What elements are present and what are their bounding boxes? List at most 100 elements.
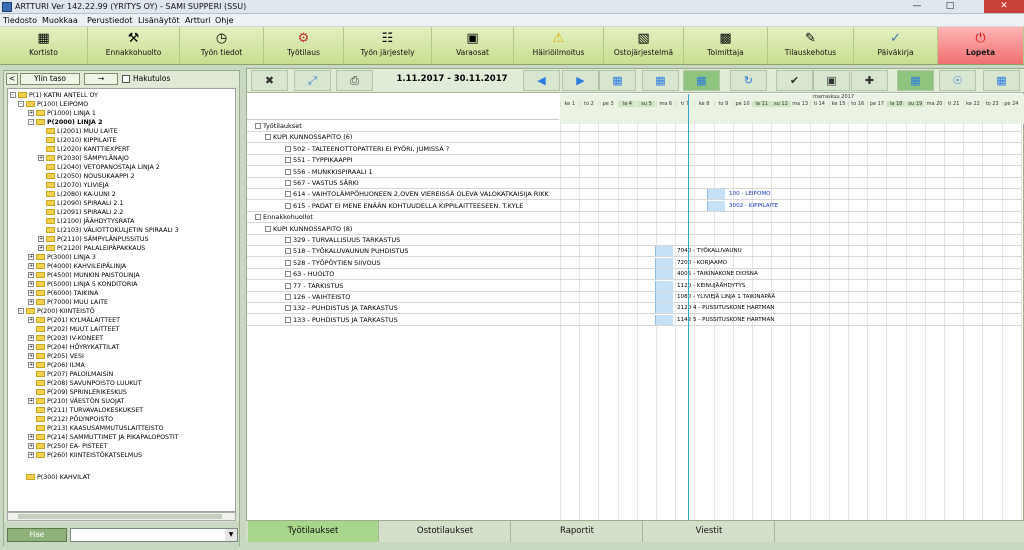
task-row[interactable]: 132 - PUHDISTUS JA TARKASTUS 2120 4 - PUS… [247, 303, 1024, 315]
tree-node[interactable]: L(2010) KIPPILAITE [46, 136, 117, 145]
tree-node[interactable]: P(202) MUUT LAITTEET [36, 325, 119, 334]
checkbox-icon[interactable] [285, 145, 291, 152]
tree-node[interactable]: + P(5000) LINJA 5 KONDITORIA [28, 280, 137, 289]
calendar-icon[interactable]: ▦ [897, 70, 934, 91]
expand-icon[interactable]: + [28, 317, 34, 323]
task-row[interactable]: 63 - HUOLTO 4005 - TAIKINAKONE DIOSNA [247, 269, 1024, 281]
tree-node[interactable]: P(212) PÖLYNPOISTO [36, 415, 113, 424]
close-button[interactable]: ✕ [984, 0, 1024, 13]
expand-icon[interactable]: + [28, 335, 34, 341]
tree-node[interactable]: L(2080) KA-UUNI 2 [46, 190, 116, 199]
tree-node[interactable]: + P(260) KIINTEISTÖKATSELMUS [28, 451, 142, 460]
schedule-bar[interactable] [655, 269, 673, 280]
check-icon[interactable]: ✔ [776, 70, 813, 91]
schedule-bar[interactable] [655, 292, 673, 302]
task-row[interactable]: 133 - PUHDISTUS JA TARKASTUS 1142 5 - PUS… [247, 314, 1024, 326]
task-row[interactable]: 528 - TYÖPÖYTIEN SIIVOUS 7200 - KORJAAMO [247, 257, 1024, 269]
task-row[interactable]: 329 - TURVALLISUUS TARKASTUS [247, 235, 1024, 246]
tree-horizontal-scrollbar[interactable] [7, 512, 236, 521]
clear-icon[interactable]: ✖ [251, 70, 288, 91]
tree-node[interactable]: P(300) KAHVILAT [26, 473, 90, 482]
tree-node[interactable]: L(2100) JÄÄHDYTYSRATA [46, 217, 134, 226]
group-row[interactable]: KUPI KUNNOSSAPITO (6) [247, 132, 1024, 144]
task-row[interactable]: 518 - TYÖKALUVAUNUN PUHDISTUS 7040 - TYÖK… [247, 246, 1024, 258]
tree-node[interactable]: + P(2030) SÄMPYLÄNAJO [38, 154, 129, 163]
lopeta-button[interactable]: ⏻ Lopeta [938, 27, 1024, 64]
menu-artturi[interactable]: Artturi [185, 16, 211, 25]
tree-forward-button[interactable]: → [84, 73, 118, 85]
collapse-icon[interactable]: - [28, 119, 34, 125]
ennakkohuolto-button[interactable]: ⚒ Ennakkohuolto [88, 27, 180, 64]
hae-button[interactable]: Hae [7, 528, 67, 542]
schedule-bar[interactable] [655, 314, 673, 325]
collapse-icon[interactable]: - [10, 92, 16, 98]
expand-icon[interactable]: + [28, 434, 34, 440]
tree-node[interactable]: L(2091) SPIRAALI 2.2 [46, 208, 123, 217]
expand-view-icon[interactable]: ⤢ [294, 70, 331, 91]
collapse-icon[interactable] [255, 214, 261, 221]
tyon-jarjestely-button[interactable]: ☷ Työn järjestely [344, 27, 432, 64]
collapse-icon[interactable]: - [18, 308, 24, 314]
checkbox-icon[interactable] [285, 168, 291, 175]
tree-node[interactable]: L(2040) VETOPANOSTAJA LINJA 2 [46, 163, 160, 172]
tree-node[interactable]: + P(1000) LINJA 1 [28, 109, 96, 118]
menu-ohje[interactable]: Ohje [215, 16, 234, 25]
schedule-bar[interactable] [655, 303, 673, 314]
menu-lisanaytot[interactable]: Lisänäytöt [138, 16, 180, 25]
group-row[interactable]: Ennakkohuollot [247, 212, 1024, 224]
group-row[interactable]: KUPI KUNNOSSAPITO (8) [247, 224, 1024, 235]
task-row[interactable]: 567 - VASTUS SÄRKI [247, 178, 1024, 189]
tree-node[interactable]: L(2001) MUU LAITE [46, 127, 118, 136]
checkbox-icon[interactable] [285, 248, 291, 255]
maximize-button[interactable]: □ [937, 0, 963, 13]
tree-node[interactable]: P(208) SAVUNPOISTO LUUKUT [36, 379, 142, 388]
tree-node[interactable]: + P(4000) KAHVILEIPÄLINJA [28, 262, 126, 271]
tree-node[interactable]: + P(3000) LINJA 3 [28, 253, 96, 262]
expand-icon[interactable]: + [28, 263, 34, 269]
checkbox-icon[interactable] [285, 180, 291, 186]
scrollbar-thumb[interactable] [18, 514, 222, 519]
checkbox-icon[interactable] [285, 202, 291, 209]
globe-icon[interactable]: ☉ [939, 70, 976, 91]
tyotilaus-button[interactable]: ⚙ Työtilaus [264, 27, 344, 64]
expand-icon[interactable]: + [28, 254, 34, 260]
tree-node[interactable]: - P(1) KATRI ANTELL OY [10, 91, 98, 100]
tyon-tiedot-button[interactable]: ◷ Työn tiedot [180, 27, 264, 64]
tree-node[interactable]: - P(200) KIINTEISTÖ [18, 307, 95, 316]
tree-node[interactable]: + P(214) SAMMUTTIMET JA PIKAPALOPOSTIT [28, 433, 179, 442]
menu-muokkaa[interactable]: Muokkaa [42, 16, 78, 25]
kortisto-button[interactable]: ▦ Kortisto [0, 27, 88, 64]
expand-icon[interactable]: + [28, 344, 34, 350]
day-view-icon[interactable]: ▦ [599, 70, 636, 91]
checkbox-icon[interactable] [285, 294, 291, 300]
checkbox-icon[interactable] [285, 157, 291, 164]
task-row[interactable]: 551 - TYPPIKAAPPI [247, 155, 1024, 167]
tree-node[interactable]: + P(206) ILMA [28, 361, 85, 370]
paivakirja-button[interactable]: ✓ Päiväkirja [854, 27, 938, 64]
collapse-icon[interactable] [265, 134, 271, 141]
expand-icon[interactable]: + [38, 245, 44, 251]
checkbox-icon[interactable] [285, 316, 291, 323]
tree-node[interactable]: P(207) PALOILMAISIN [36, 370, 113, 379]
task-row[interactable]: 615 - PADAT EI MENE ENÄÄN KOHTUUDELLA KI… [247, 200, 1024, 212]
checkbox-icon[interactable] [285, 305, 291, 312]
hairioilmoitus-button[interactable]: ⚠ Häiriöilmoitus [514, 27, 604, 64]
table-icon[interactable]: ▦ [983, 70, 1020, 91]
schedule-bar[interactable] [655, 246, 673, 257]
window-icon[interactable]: ▣ [813, 70, 850, 91]
tree-node[interactable]: P(211) TURVAVALOKESKUKSET [36, 406, 143, 415]
print-icon[interactable]: ⎙ [336, 70, 373, 91]
tree-node[interactable]: + P(203) IV-KONEET [28, 334, 103, 343]
collapse-icon[interactable] [265, 225, 271, 232]
tree-node[interactable]: + P(204) HÖYRYKATTILAT [28, 343, 119, 352]
tree-node[interactable]: + P(2110) SÄMPYLÄNPUSSITUS [38, 235, 148, 244]
checkbox-icon[interactable] [285, 237, 291, 243]
menu-perustiedot[interactable]: Perustiedot [87, 16, 132, 25]
next-arrow-icon[interactable]: ▶ [562, 70, 599, 91]
collapse-icon[interactable]: - [18, 101, 24, 107]
expand-icon[interactable]: + [28, 443, 34, 449]
checkbox-icon[interactable] [285, 259, 291, 266]
tilauskehotus-button[interactable]: ✎ Tilauskehotus [768, 27, 854, 64]
tree-node[interactable]: + P(210) VÄESTÖN SUOJAT [28, 397, 124, 406]
tree-node[interactable]: + P(201) KYLMÄLAITTEET [28, 316, 120, 325]
